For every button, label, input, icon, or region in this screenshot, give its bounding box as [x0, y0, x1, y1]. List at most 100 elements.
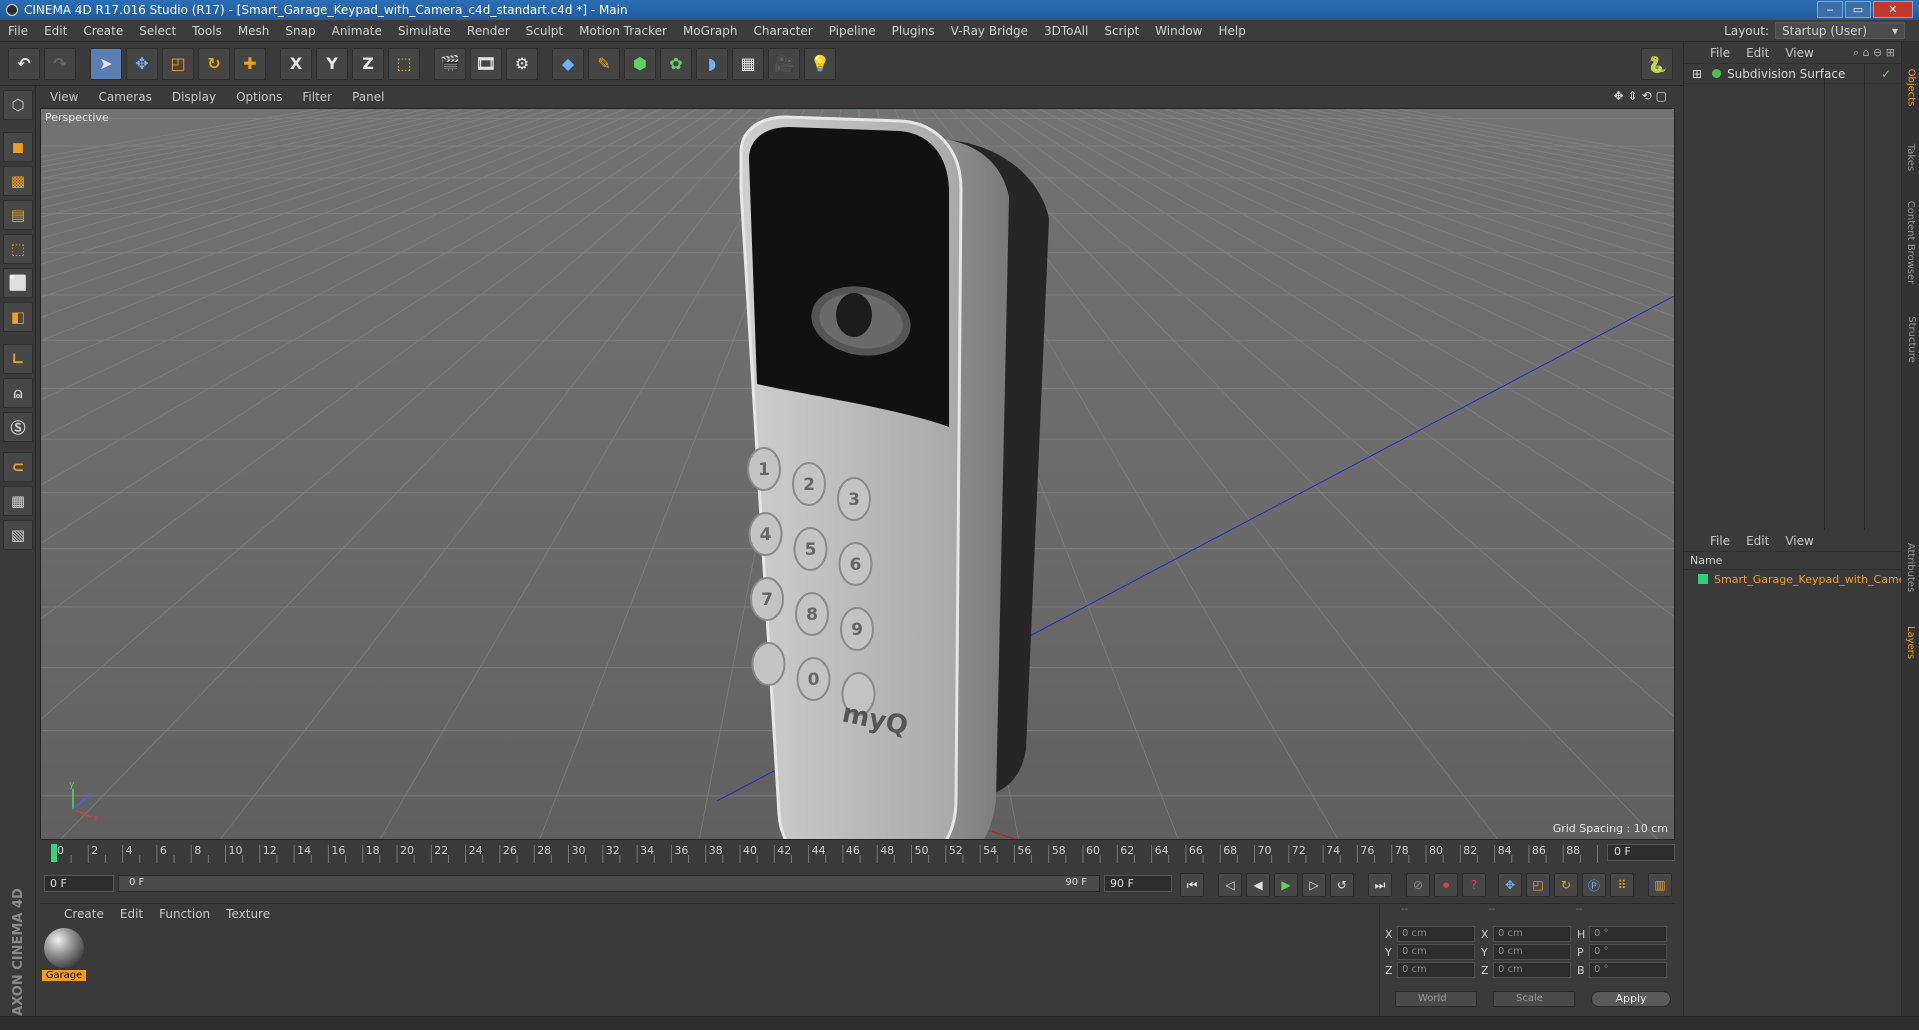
- object-menu-file[interactable]: File: [1702, 46, 1738, 60]
- key-pla-button[interactable]: ⠿: [1610, 873, 1634, 897]
- select-tool-button[interactable]: ➤: [90, 47, 122, 80]
- menu-plugins[interactable]: Plugins: [884, 24, 943, 38]
- render-view-button[interactable]: 🎬: [434, 47, 466, 80]
- material-menu-texture[interactable]: Texture: [218, 907, 278, 921]
- tweak-mode-button[interactable]: ⍝: [3, 378, 33, 408]
- pen-button[interactable]: ✎: [588, 47, 620, 80]
- y-axis-button[interactable]: Y: [316, 47, 348, 80]
- tab-takes[interactable]: Takes: [1902, 132, 1919, 182]
- light-button[interactable]: 💡: [804, 47, 836, 80]
- end-frame-field[interactable]: 90 F: [1104, 875, 1172, 892]
- loop-button[interactable]: ↺: [1330, 873, 1354, 897]
- go-to-end-button[interactable]: ⏭: [1368, 873, 1392, 897]
- coordinate-space-dropdown[interactable]: World: [1395, 991, 1477, 1007]
- material-item[interactable]: Garage: [42, 926, 86, 986]
- menu-vray-bridge[interactable]: V-Ray Bridge: [943, 24, 1036, 38]
- previous-key-button[interactable]: ◁: [1218, 873, 1242, 897]
- dolly-icon[interactable]: ⇕: [1628, 89, 1638, 103]
- axis-mode-button[interactable]: ∟: [3, 344, 33, 374]
- size-z-field[interactable]: 0 cm: [1493, 962, 1571, 978]
- model-mode-button[interactable]: ◼: [3, 132, 33, 162]
- tab-content-browser[interactable]: Content Browser: [1902, 192, 1919, 292]
- undo-button[interactable]: ↶: [8, 47, 40, 80]
- viewport-menu-panel[interactable]: Panel: [342, 90, 394, 104]
- layer-menu-view[interactable]: View: [1777, 534, 1821, 548]
- cube-button[interactable]: ◆: [552, 47, 584, 80]
- key-position-button[interactable]: ✥: [1498, 873, 1522, 897]
- maximize-view-icon[interactable]: ▢: [1656, 89, 1667, 103]
- snap-button[interactable]: Ⓢ: [3, 412, 33, 442]
- workplane-rotate-button[interactable]: ▧: [3, 520, 33, 550]
- x-axis-button[interactable]: X: [280, 47, 312, 80]
- move-tool-button[interactable]: ✥: [126, 47, 158, 80]
- viewport-menu-options[interactable]: Options: [226, 90, 292, 104]
- edges-mode-button[interactable]: ⬜: [3, 268, 33, 298]
- menu-pipeline[interactable]: Pipeline: [821, 24, 884, 38]
- position-y-field[interactable]: 0 cm: [1397, 944, 1475, 960]
- menu-animate[interactable]: Animate: [324, 24, 390, 38]
- menu-mesh[interactable]: Mesh: [230, 24, 278, 38]
- rotation-h-field[interactable]: 0 °: [1589, 926, 1667, 942]
- menu-edit[interactable]: Edit: [36, 24, 75, 38]
- menu-render[interactable]: Render: [459, 24, 518, 38]
- polygons-mode-button[interactable]: ◧: [3, 302, 33, 332]
- viewport-menu-filter[interactable]: Filter: [292, 90, 342, 104]
- expand-icon[interactable]: ⊞: [1692, 67, 1702, 81]
- tab-layers[interactable]: Layers: [1902, 612, 1919, 672]
- z-axis-button[interactable]: Z: [352, 47, 384, 80]
- size-mode-dropdown[interactable]: Scale: [1493, 991, 1575, 1007]
- object-row-subdivision-surface[interactable]: ⊞ Subdivision Surface ✓: [1684, 64, 1901, 84]
- menu-window[interactable]: Window: [1147, 24, 1210, 38]
- floor-button[interactable]: ▦: [732, 47, 764, 80]
- scale-tool-button[interactable]: ◰: [162, 47, 194, 80]
- tab-structure[interactable]: Structure: [1902, 304, 1919, 374]
- menu-file[interactable]: File: [0, 24, 36, 38]
- deformer-button[interactable]: ◗: [696, 47, 728, 80]
- menu-script[interactable]: Script: [1096, 24, 1147, 38]
- play-button[interactable]: ▶: [1274, 873, 1298, 897]
- points-mode-button[interactable]: ⬚: [3, 234, 33, 264]
- apply-button[interactable]: Apply: [1591, 991, 1671, 1007]
- next-frame-button[interactable]: ▷: [1302, 873, 1326, 897]
- keyframe-selection-button[interactable]: ?: [1462, 873, 1486, 897]
- layer-menu-file[interactable]: File: [1702, 534, 1738, 548]
- key-param-button[interactable]: Ⓟ: [1582, 873, 1606, 897]
- layer-menu-edit[interactable]: Edit: [1738, 534, 1777, 548]
- search-icon[interactable]: ⌕ ⌂ ⊖ ⊞: [1853, 46, 1895, 60]
- key-scale-button[interactable]: ◰: [1526, 873, 1550, 897]
- lock-workplane-button[interactable]: ▦: [3, 486, 33, 516]
- coordinate-system-button[interactable]: ⬚: [388, 47, 420, 80]
- layer-row[interactable]: Smart_Garage_Keypad_with_Came: [1684, 570, 1901, 588]
- edit-render-settings-button[interactable]: ⚙: [506, 47, 538, 80]
- live-selection-button[interactable]: ✚: [234, 47, 266, 80]
- go-to-start-button[interactable]: ⏮: [1180, 873, 1204, 897]
- start-frame-field[interactable]: 0 F: [44, 875, 114, 892]
- tab-objects[interactable]: Objects: [1902, 52, 1919, 122]
- viewport-menu-view[interactable]: View: [40, 90, 88, 104]
- subdivision-button[interactable]: ⬢: [624, 47, 656, 80]
- menu-select[interactable]: Select: [131, 24, 184, 38]
- menu-snap[interactable]: Snap: [277, 24, 323, 38]
- menu-simulate[interactable]: Simulate: [390, 24, 459, 38]
- menu-tools[interactable]: Tools: [184, 24, 230, 38]
- mograph-cloner-button[interactable]: ✿: [660, 47, 692, 80]
- position-x-field[interactable]: 0 cm: [1397, 926, 1475, 942]
- record-keys-button[interactable]: ⊘: [1406, 873, 1430, 897]
- rotate-tool-button[interactable]: ↻: [198, 47, 230, 80]
- texture-mode-button[interactable]: ▩: [3, 166, 33, 196]
- perspective-viewport[interactable]: 1234567890 myQ y x z Perspective Grid Sp…: [40, 108, 1675, 840]
- size-y-field[interactable]: 0 cm: [1493, 944, 1571, 960]
- material-menu-function[interactable]: Function: [151, 907, 218, 921]
- menu-sculpt[interactable]: Sculpt: [518, 24, 571, 38]
- menu-mograph[interactable]: MoGraph: [675, 24, 746, 38]
- position-z-field[interactable]: 0 cm: [1397, 962, 1475, 978]
- tab-attributes[interactable]: Attributes: [1902, 532, 1919, 602]
- timeline-button[interactable]: ▥: [1648, 873, 1672, 897]
- workplane-button[interactable]: ▤: [3, 200, 33, 230]
- menu-character[interactable]: Character: [745, 24, 820, 38]
- viewport-menu-display[interactable]: Display: [162, 90, 226, 104]
- previous-frame-button[interactable]: ◀: [1246, 873, 1270, 897]
- timeline-scrubber[interactable]: 0 F 90 F: [118, 875, 1100, 892]
- close-button[interactable]: ✕: [1873, 1, 1913, 18]
- menu-3dtoall[interactable]: 3DToAll: [1036, 24, 1096, 38]
